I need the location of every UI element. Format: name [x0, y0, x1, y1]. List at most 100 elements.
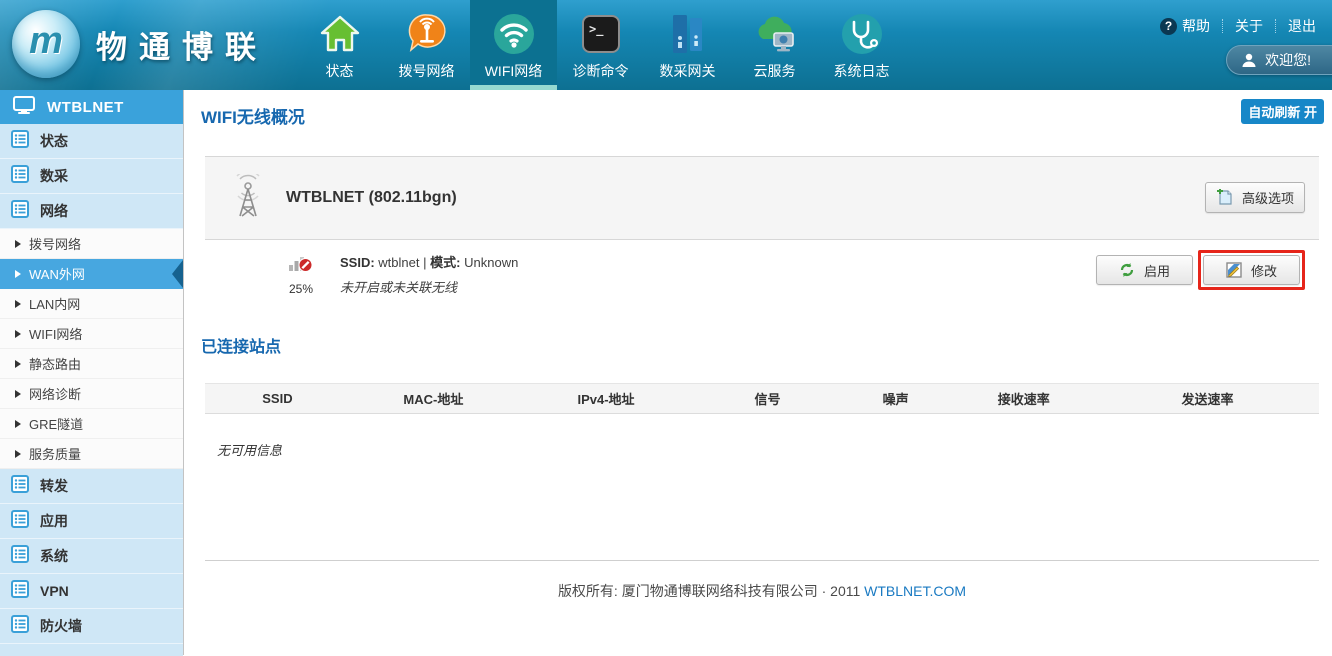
nav-item-cloud-service[interactable]: 云服务 [731, 0, 818, 90]
connected-stations-table: SSID MAC-地址 IPv4-地址 信号 噪声 接收速率 发送速率 无可用信… [205, 383, 1319, 459]
footer: 版权所有: 厦门物通博联网络科技有限公司 · 2011 WTBLNET.COM [205, 560, 1319, 601]
home-icon [319, 11, 361, 57]
list-icon [11, 545, 29, 568]
enable-button[interactable]: 启用 [1096, 255, 1193, 285]
nav-item-data-gateway[interactable]: 数采网关 [644, 0, 731, 90]
divider [1222, 19, 1223, 33]
caret-right-icon [15, 450, 21, 458]
column-noise: 噪声 [840, 389, 951, 408]
wifi-icon [492, 11, 536, 57]
sidebar-subitem-wan[interactable]: WAN外网 [0, 259, 183, 289]
wifi-action-buttons: 启用 修改 [1096, 250, 1305, 290]
list-icon [11, 615, 29, 638]
sidebar-item-system[interactable]: 系统 [0, 539, 183, 574]
brand-logo: m 物通博联 [12, 10, 268, 78]
ssid-value: wtblnet [378, 255, 419, 270]
enable-label: 启用 [1144, 261, 1170, 280]
column-signal: 信号 [695, 389, 840, 408]
sidebar-subitem-static-routes[interactable]: 静态路由 [0, 349, 183, 379]
nav-item-system-logs[interactable]: 系统日志 [818, 0, 905, 90]
terminal-icon: >_ [580, 11, 622, 57]
caret-right-icon [15, 360, 21, 368]
advanced-options-label: 高级选项 [1242, 188, 1294, 207]
top-header-bar: m 物通博联 状态 拨号网络 [0, 0, 1332, 90]
nav-item-wifi-network[interactable]: WIFI网络 [470, 0, 557, 90]
divider [1275, 19, 1276, 33]
sidebar-subitem-dial-network[interactable]: 拨号网络 [0, 229, 183, 259]
welcome-label: 欢迎您! [1265, 50, 1311, 70]
about-link[interactable]: 关于 [1235, 16, 1263, 36]
list-icon [11, 165, 29, 188]
column-rx-rate: 接收速率 [951, 389, 1096, 408]
sidebar-item-network[interactable]: 网络 [0, 194, 183, 229]
column-ipv4-address: IPv4-地址 [517, 389, 695, 408]
list-icon [11, 475, 29, 498]
signal-disabled-icon [288, 261, 314, 278]
list-icon [11, 130, 29, 153]
wtblnet-link[interactable]: WTBLNET.COM [864, 583, 966, 599]
nav-item-status[interactable]: 状态 [296, 0, 383, 90]
click-highlight-box: 修改 [1198, 250, 1305, 290]
wifi-overview-panel: WTBLNET (802.11bgn) 高级选项 [205, 156, 1319, 328]
sidebar-item-partial [0, 644, 183, 656]
main-content: WIFI无线概况 自动刷新 开 WTBLNET (802.11bgn) 高级选项 [185, 90, 1332, 655]
caret-right-icon [15, 240, 21, 248]
sidebar-subitem-network-diagnostics[interactable]: 网络诊断 [0, 379, 183, 409]
sidebar-subitem-qos[interactable]: 服务质量 [0, 439, 183, 469]
logo-glyph: m [29, 22, 63, 60]
caret-right-icon [15, 330, 21, 338]
logout-link[interactable]: 退出 [1288, 16, 1316, 36]
caret-right-icon [15, 420, 21, 428]
welcome-button[interactable]: 欢迎您! [1226, 45, 1332, 75]
dial-network-icon [406, 11, 448, 57]
ssid-mode-line: SSID: wtblnet | 模式: Unknown [340, 252, 518, 271]
column-mac-address: MAC-地址 [350, 389, 517, 408]
caret-right-icon [15, 300, 21, 308]
wifi-panel-header: WTBLNET (802.11bgn) 高级选项 [205, 156, 1319, 240]
sidebar-item-vpn[interactable]: VPN [0, 574, 183, 609]
wifi-ssid-title: WTBLNET (802.11bgn) [286, 189, 457, 207]
sidebar-subitem-lan[interactable]: LAN内网 [0, 289, 183, 319]
pipe-separator: | [423, 255, 426, 270]
list-icon [11, 510, 29, 533]
wifi-panel-body: 25% SSID: wtblnet | 模式: Unknown 未开启或未关联无… [205, 240, 1319, 328]
signal-percent: 25% [281, 282, 321, 296]
ssid-label: SSID: [340, 255, 375, 270]
edit-pencil-icon [1226, 262, 1242, 278]
column-tx-rate: 发送速率 [1096, 389, 1319, 408]
nav-item-diagnostic-command[interactable]: >_ 诊断命令 [557, 0, 644, 90]
main-nav: 状态 拨号网络 [296, 0, 905, 90]
wifi-status-text: SSID: wtblnet | 模式: Unknown 未开启或未关联无线 [340, 252, 518, 296]
brand-name: 物通博联 [96, 22, 268, 67]
connected-stations-heading: 已连接站点 [201, 333, 281, 357]
user-icon [1241, 52, 1257, 68]
column-ssid: SSID [205, 391, 350, 406]
document-plus-icon [1216, 189, 1233, 206]
sidebar-item-applications[interactable]: 应用 [0, 504, 183, 539]
list-icon [11, 200, 29, 223]
logo-sphere-icon: m [12, 10, 80, 78]
advanced-options-button[interactable]: 高级选项 [1205, 182, 1305, 213]
sidebar-item-forwarding[interactable]: 转发 [0, 469, 183, 504]
cloud-icon [752, 11, 798, 57]
svg-text:>_: >_ [589, 22, 604, 37]
top-utility-links: ? 帮助 关于 退出 [1160, 16, 1316, 36]
list-icon [11, 580, 29, 603]
sidebar-item-data-acquisition[interactable]: 数采 [0, 159, 183, 194]
help-link[interactable]: 帮助 [1182, 16, 1210, 36]
antenna-tower-icon [230, 174, 266, 223]
caret-right-icon [15, 390, 21, 398]
sidebar-subitem-gre-tunnel[interactable]: GRE隧道 [0, 409, 183, 439]
page-title: WIFI无线概况 [201, 103, 305, 128]
sidebar-item-firewall[interactable]: 防火墙 [0, 609, 183, 644]
copyright-text: 版权所有: 厦门物通博联网络科技有限公司 · 2011 [558, 583, 864, 599]
auto-refresh-toggle[interactable]: 自动刷新 开 [1241, 99, 1324, 124]
table-header-row: SSID MAC-地址 IPv4-地址 信号 噪声 接收速率 发送速率 [205, 383, 1319, 414]
modify-label: 修改 [1251, 261, 1277, 280]
nav-item-dial-network[interactable]: 拨号网络 [383, 0, 470, 90]
sidebar-subitem-wifi-network[interactable]: WIFI网络 [0, 319, 183, 349]
sidebar-item-status[interactable]: 状态 [0, 124, 183, 159]
modify-button[interactable]: 修改 [1203, 255, 1300, 285]
wireless-status-message: 未开启或未关联无线 [340, 277, 518, 296]
mode-label: 模式: [430, 255, 460, 270]
